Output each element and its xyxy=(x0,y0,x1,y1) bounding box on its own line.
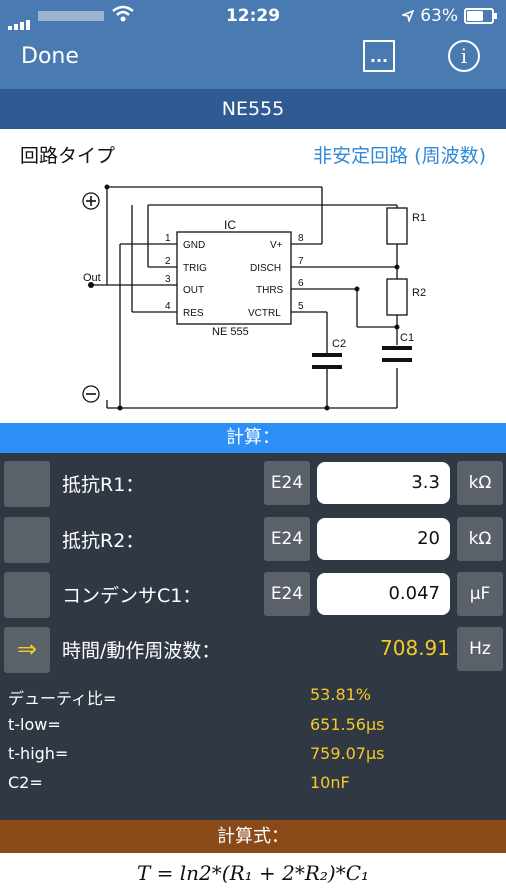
pin-5: 5 xyxy=(298,301,304,312)
r1-input[interactable] xyxy=(317,462,450,504)
pin-vctrl: VCTRL xyxy=(248,308,281,319)
c2-label: C2 xyxy=(332,338,346,350)
battery-percent: 63% xyxy=(420,6,458,26)
result-row: ⇒ 時間/動作周波数： 708.91 Hz xyxy=(0,624,506,674)
status-bar: 12:29 63% xyxy=(0,0,506,32)
frequency-unit-button[interactable]: Hz xyxy=(457,627,503,671)
pin-6: 6 xyxy=(298,278,304,289)
c1-row: コンデンサC1： E24 µF xyxy=(0,569,506,619)
calc-panel: 抵抗R1： E24 kΩ 抵抗R2： E24 kΩ コンデンサC1： E24 µ… xyxy=(0,453,506,820)
pin-disch: DISCH xyxy=(250,263,281,274)
pin-3: 3 xyxy=(165,274,171,285)
c1-unit-button[interactable]: µF xyxy=(457,572,503,616)
info-icon[interactable]: i xyxy=(448,40,480,72)
r2-e24-button[interactable]: E24 xyxy=(264,517,310,561)
duty-label: デューティ比= xyxy=(8,689,117,708)
page-title: NE555 xyxy=(0,89,506,129)
thigh-value: 759.07µs xyxy=(310,744,385,763)
r1-row: 抵抗R1： E24 kΩ xyxy=(0,458,506,508)
r1-unit-button[interactable]: kΩ xyxy=(457,461,503,505)
circuit-type-row[interactable]: 回路タイプ 非安定回路 (周波数) xyxy=(0,129,506,176)
frequency-label: 時間/動作周波数： xyxy=(62,640,221,662)
arrow-icon[interactable]: ⇒ xyxy=(4,627,50,673)
pin-7: 7 xyxy=(298,256,304,267)
r2-label: R2 xyxy=(412,287,426,299)
pin-res: RES xyxy=(183,308,204,319)
r2-label: 抵抗R2： xyxy=(62,530,145,552)
pin-2: 2 xyxy=(165,256,171,267)
navigation-bar: 12:29 63% Done ... i xyxy=(0,0,506,89)
r1-lock-checkbox[interactable] xyxy=(4,461,50,507)
calc-header: 計算： xyxy=(0,423,506,453)
c2-value: 10nF xyxy=(310,773,350,792)
done-button[interactable]: Done xyxy=(21,44,79,69)
r2-lock-checkbox[interactable] xyxy=(4,517,50,563)
formula-text: T = ln2*(R₁ + 2*R₂)*C₁ xyxy=(0,853,506,889)
c1-label: C1 xyxy=(400,332,414,344)
r2-row: 抵抗R2： E24 kΩ xyxy=(0,514,506,564)
pin-out: OUT xyxy=(183,285,204,296)
c1-input[interactable] xyxy=(317,573,450,615)
pin-vplus: V+ xyxy=(270,240,283,251)
ic-label: IC xyxy=(224,218,236,232)
battery-icon xyxy=(464,8,497,24)
ic-name: NE 555 xyxy=(212,326,249,338)
r1-label: R1 xyxy=(412,212,426,224)
circuit-type-value[interactable]: 非安定回路 (周波数) xyxy=(313,141,486,168)
more-icon[interactable]: ... xyxy=(363,40,395,72)
duty-value: 53.81% xyxy=(310,685,372,704)
pin-trig: TRIG xyxy=(183,263,207,274)
c1-lock-checkbox[interactable] xyxy=(4,572,50,618)
r2-input[interactable] xyxy=(317,518,450,560)
pin-1: 1 xyxy=(165,233,171,244)
location-icon xyxy=(402,10,415,22)
pin-thrs: THRS xyxy=(256,285,284,296)
pin-8: 8 xyxy=(298,233,304,244)
r1-e24-button[interactable]: E24 xyxy=(264,461,310,505)
tlow-value: 651.56µs xyxy=(310,715,385,734)
frequency-value: 708.91 xyxy=(380,636,450,660)
circuit-type-label: 回路タイプ xyxy=(20,145,116,167)
r1-label: 抵抗R1： xyxy=(62,474,145,496)
c2-label: C2= xyxy=(8,773,43,792)
out-label: Out xyxy=(83,272,101,284)
tlow-label: t-low= xyxy=(8,715,61,734)
formula-header: 計算式： xyxy=(0,820,506,853)
pin-4: 4 xyxy=(165,301,171,312)
thigh-label: t-high= xyxy=(8,744,69,763)
c1-label: コンデンサC1： xyxy=(62,585,202,607)
circuit-diagram: IC NE 555 GND TRIG OUT RES V+ DISCH THRS… xyxy=(0,175,506,423)
c1-e24-button[interactable]: E24 xyxy=(264,572,310,616)
r2-unit-button[interactable]: kΩ xyxy=(457,517,503,561)
pin-gnd: GND xyxy=(183,240,205,251)
